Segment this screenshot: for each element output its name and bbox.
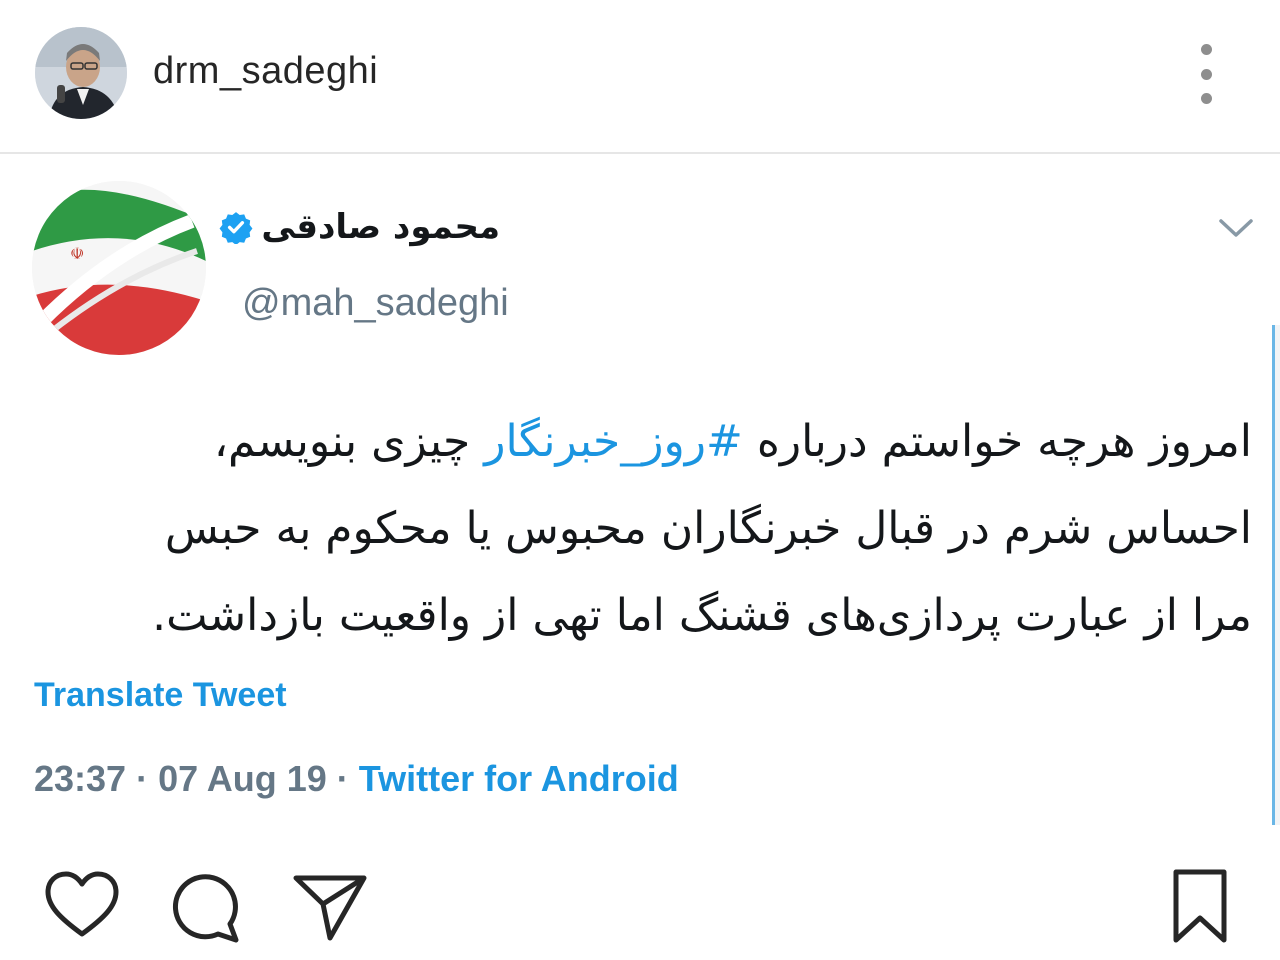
post-header: drm_sadeghi	[0, 0, 1280, 154]
tweet-text-line-3: مرا از عبارت پردازی‌های قشنگ اما تهی از …	[152, 590, 1252, 641]
svg-text:☫: ☫	[70, 244, 84, 263]
translate-tweet-link[interactable]: Translate Tweet	[34, 676, 287, 715]
tweet-text-line-1: امروز هرچه خواستم درباره #روز_خبرنگار چی…	[30, 398, 1252, 485]
share-icon[interactable]	[290, 866, 370, 946]
tweet-text-segment: امروز هرچه خواستم درباره	[742, 416, 1252, 467]
heart-icon[interactable]	[42, 866, 122, 946]
hashtag-link[interactable]: #روز_خبرنگار	[484, 416, 743, 467]
bookmark-icon[interactable]	[1162, 866, 1242, 946]
tweet-text-segment: چیزی بنویسم،	[213, 416, 485, 467]
post-action-bar	[0, 850, 1280, 960]
more-options-icon[interactable]	[1188, 44, 1224, 104]
tweet-meta: 23:37 · 07 Aug 19 · Twitter for Android	[34, 758, 679, 800]
tweet-display-name[interactable]: محمود صادقی	[261, 207, 500, 247]
profile-avatar[interactable]	[35, 27, 127, 119]
tweet-author[interactable]: محمود صادقی	[219, 207, 500, 247]
tweet-text-line-2: احساس شرم در قبال خبرنگاران محبوس یا محک…	[164, 503, 1252, 554]
profile-photo	[35, 27, 127, 119]
comment-icon[interactable]	[166, 866, 246, 946]
verified-badge-icon	[219, 212, 253, 244]
chevron-down-icon[interactable]	[1216, 213, 1256, 243]
tweet-avatar-logo: ☫	[32, 181, 206, 355]
tweet-timestamp: 23:37 · 07 Aug 19 ·	[34, 758, 359, 799]
tweet-avatar[interactable]: ☫	[32, 181, 206, 355]
tweet-source-link[interactable]: Twitter for Android	[359, 758, 679, 799]
tweet-text: امروز هرچه خواستم درباره #روز_خبرنگار چی…	[30, 398, 1252, 659]
tweet-handle[interactable]: @mah_sadeghi	[242, 282, 509, 325]
post-username[interactable]: drm_sadeghi	[153, 50, 378, 93]
tweet-edge-bar	[1272, 325, 1280, 825]
